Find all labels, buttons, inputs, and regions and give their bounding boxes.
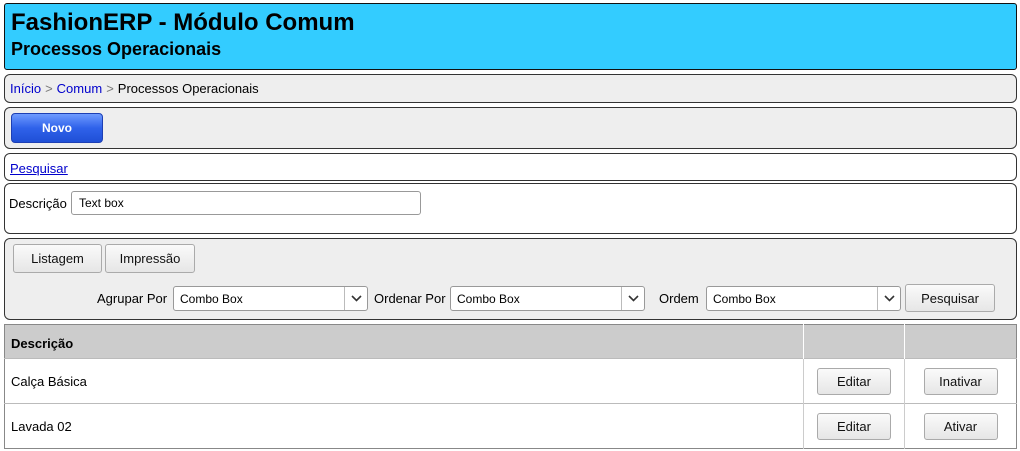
breadcrumb: Início > Comum > Processos Operacionais [4,74,1017,103]
description-label: Descrição [9,196,67,211]
chevron-down-icon[interactable] [344,287,367,310]
edit-button[interactable]: Editar [817,412,891,440]
deactivate-button[interactable]: Inativar [923,367,998,395]
chevron-down-icon[interactable] [877,287,900,310]
chevron-down-icon[interactable] [621,287,644,310]
row-edit-cell: Editar [803,358,905,404]
row-description: Calça Básica [4,358,804,404]
group-by-value: Combo Box [180,291,243,306]
order-value: Combo Box [713,291,776,306]
action-bar: Novo [4,107,1017,149]
tab-listing[interactable]: Listagem [13,244,102,273]
table-row: Lavada 02 Editar Ativar [4,403,1017,449]
breadcrumb-separator: > [106,81,114,96]
description-input[interactable]: Text box [71,191,421,215]
search-button[interactable]: Pesquisar [905,284,995,312]
breadcrumb-separator: > [45,81,53,96]
table-header-row: Descrição [4,324,1017,359]
order-by-label: Ordenar Por [374,291,446,306]
filter-panel: Descrição Text box [4,183,1017,234]
column-header-description: Descrição [4,324,804,359]
results-table: Descrição Calça Básica Editar Inativar L… [4,324,1017,449]
order-by-select[interactable]: Combo Box [450,286,645,311]
row-status-cell: Ativar [904,403,1017,449]
breadcrumb-home-link[interactable]: Início [10,81,41,96]
search-toggle-bar: Pesquisar [4,153,1017,181]
order-by-value: Combo Box [457,291,520,306]
page-subtitle: Processos Operacionais [11,39,222,59]
column-header-status [904,324,1017,359]
order-label: Ordem [659,291,699,306]
app-title: FashionERP - Módulo Comum [11,9,355,36]
table-row: Calça Básica Editar Inativar [4,358,1017,404]
activate-button[interactable]: Ativar [923,412,998,440]
list-options-panel: Listagem Impressão Agrupar Por Combo Box… [4,238,1017,320]
group-by-label: Agrupar Por [97,291,168,306]
row-description: Lavada 02 [4,403,804,449]
tab-print[interactable]: Impressão [105,244,195,273]
edit-button[interactable]: Editar [817,367,891,395]
page-header: FashionERP - Módulo Comum Processos Oper… [4,3,1017,70]
new-button[interactable]: Novo [11,113,103,143]
row-edit-cell: Editar [803,403,905,449]
breadcrumb-current: Processos Operacionais [117,81,259,96]
column-header-edit [803,324,905,359]
search-toggle-link[interactable]: Pesquisar [10,161,68,176]
breadcrumb-module-link[interactable]: Comum [57,81,103,96]
order-select[interactable]: Combo Box [706,286,901,311]
group-by-select[interactable]: Combo Box [173,286,368,311]
row-status-cell: Inativar [904,358,1017,404]
